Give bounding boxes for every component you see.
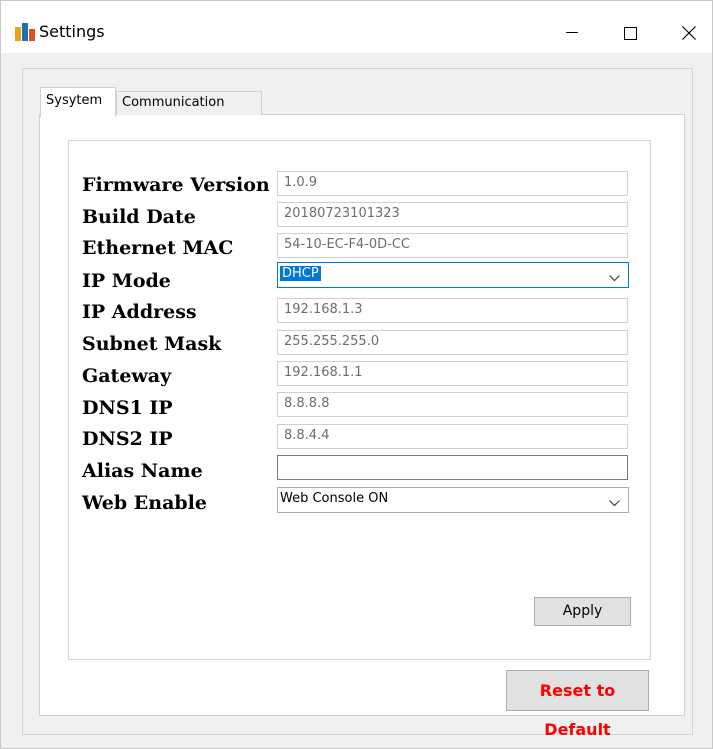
ip-mode-label: IP Mode <box>82 270 171 292</box>
web-enable-selected-value: Web Console ON <box>280 491 389 506</box>
chevron-down-icon[interactable] <box>609 496 620 511</box>
alias-name-field[interactable] <box>277 455 628 480</box>
ip-mode-select[interactable]: DHCP <box>277 262 629 288</box>
firmware-version-label: Firmware Version <box>82 174 270 196</box>
dns2-ip-label: DNS2 IP <box>82 428 173 450</box>
gateway-field[interactable]: 192.168.1.1 <box>277 361 628 386</box>
maximize-button[interactable] <box>607 15 653 51</box>
ip-mode-selected-value: DHCP <box>280 266 321 281</box>
close-button[interactable] <box>666 15 712 51</box>
chevron-down-icon[interactable] <box>609 271 620 286</box>
close-icon <box>682 26 696 40</box>
tab-communication[interactable]: Communication <box>116 91 262 115</box>
title-bar[interactable]: Settings <box>1 1 712 53</box>
ip-address-field[interactable]: 192.168.1.3 <box>277 298 628 323</box>
reset-to-default-button[interactable]: Reset to Default <box>506 670 649 739</box>
dns1-ip-field[interactable]: 8.8.8.8 <box>277 392 628 417</box>
ip-address-label: IP Address <box>82 301 197 323</box>
dns1-ip-label: DNS1 IP <box>82 397 173 419</box>
ethernet-mac-field[interactable]: 54-10-EC-F4-0D-CC <box>277 233 628 258</box>
build-date-label: Build Date <box>82 206 196 228</box>
build-date-field[interactable]: 20180723101323 <box>277 202 628 227</box>
web-enable-label: Web Enable <box>82 492 207 514</box>
window-title: Settings <box>39 22 105 41</box>
apply-button[interactable]: Apply <box>534 597 631 626</box>
subnet-mask-field[interactable]: 255.255.255.0 <box>277 330 628 355</box>
alias-name-label: Alias Name <box>82 460 203 482</box>
minimize-button[interactable] <box>549 15 595 51</box>
web-enable-select[interactable]: Web Console ON <box>277 487 629 513</box>
app-logo-icon <box>15 23 35 41</box>
dns2-ip-field[interactable]: 8.8.4.4 <box>277 424 628 449</box>
maximize-icon <box>623 26 637 40</box>
firmware-version-field[interactable]: 1.0.9 <box>277 171 628 196</box>
settings-window: Settings Sysytem Communication Firmware … <box>0 0 713 749</box>
ethernet-mac-label: Ethernet MAC <box>82 237 234 259</box>
minimize-icon <box>566 32 578 33</box>
tab-system[interactable]: Sysytem <box>40 87 116 117</box>
subnet-mask-label: Subnet Mask <box>82 333 222 355</box>
gateway-label: Gateway <box>82 365 172 387</box>
